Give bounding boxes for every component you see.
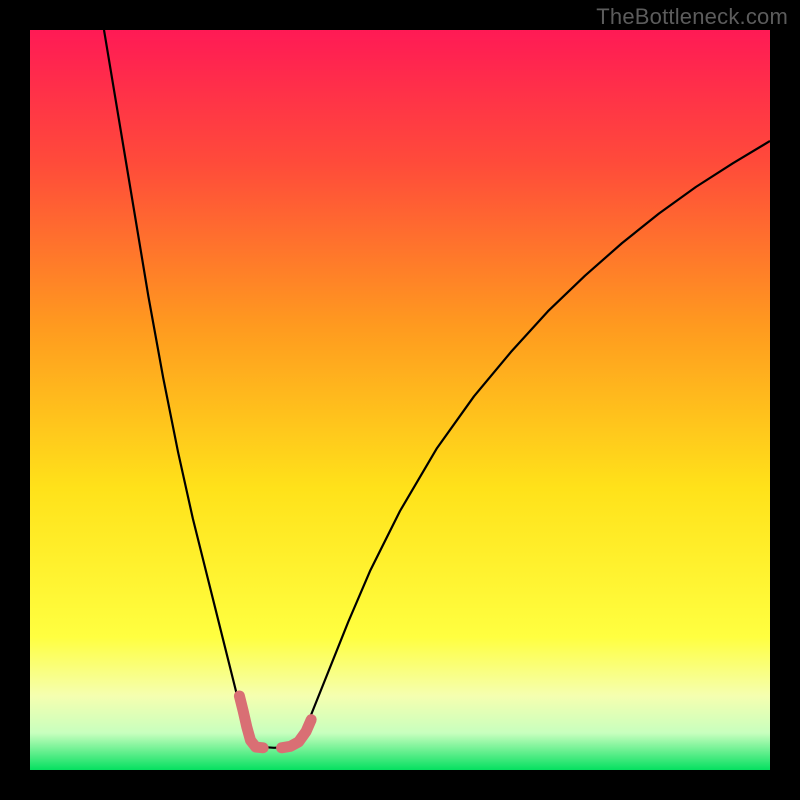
bottleneck-chart	[30, 30, 770, 770]
frame: TheBottleneck.com	[0, 0, 800, 800]
gradient-background	[30, 30, 770, 770]
plot-area	[30, 30, 770, 770]
watermark-text: TheBottleneck.com	[596, 4, 788, 30]
